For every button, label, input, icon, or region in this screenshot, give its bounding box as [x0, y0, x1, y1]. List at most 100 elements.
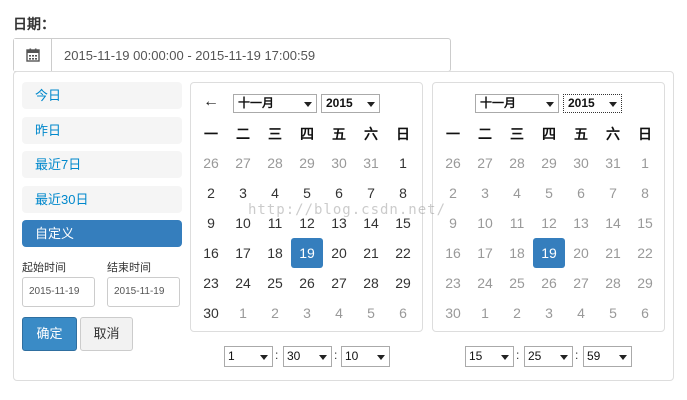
calendar-day[interactable]: 18 — [259, 238, 291, 268]
calendar-day[interactable]: 12 — [291, 208, 323, 238]
calendar-day[interactable]: 6 — [629, 298, 661, 328]
range-option[interactable]: 今日 — [22, 82, 182, 109]
calendar-day[interactable]: 29 — [387, 268, 419, 298]
calendar-day[interactable]: 5 — [291, 178, 323, 208]
calendar-day[interactable]: 25 — [501, 268, 533, 298]
calendar-day[interactable]: 31 — [597, 148, 629, 178]
calendar-day[interactable]: 3 — [291, 298, 323, 328]
calendar-day[interactable]: 4 — [565, 298, 597, 328]
calendar-day[interactable]: 7 — [355, 178, 387, 208]
calendar-day[interactable]: 23 — [437, 268, 469, 298]
range-option[interactable]: 最近30日 — [22, 186, 182, 213]
calendar-day[interactable]: 3 — [227, 178, 259, 208]
calendar-day[interactable]: 28 — [355, 268, 387, 298]
right-year-select[interactable]: 2015 — [563, 94, 622, 113]
calendar-day[interactable]: 10 — [227, 208, 259, 238]
calendar-day[interactable]: 26 — [291, 268, 323, 298]
calendar-day[interactable]: 27 — [227, 148, 259, 178]
calendar-day[interactable]: 26 — [195, 148, 227, 178]
calendar-day[interactable]: 20 — [323, 238, 355, 268]
calendar-day[interactable]: 14 — [355, 208, 387, 238]
apply-button[interactable]: 确定 — [22, 317, 77, 351]
calendar-day[interactable]: 5 — [597, 298, 629, 328]
prev-month-arrow-icon[interactable]: ← — [203, 94, 219, 110]
calendar-day[interactable]: 27 — [565, 268, 597, 298]
calendar-icon[interactable] — [14, 39, 52, 71]
calendar-day[interactable]: 18 — [501, 238, 533, 268]
calendar-day[interactable]: 15 — [629, 208, 661, 238]
calendar-day[interactable]: 13 — [323, 208, 355, 238]
date-range-field[interactable] — [13, 38, 451, 72]
calendar-day[interactable]: 30 — [195, 298, 227, 328]
calendar-day[interactable]: 13 — [565, 208, 597, 238]
calendar-day[interactable]: 15 — [387, 208, 419, 238]
calendar-day[interactable]: 28 — [597, 268, 629, 298]
calendar-day[interactable]: 8 — [387, 178, 419, 208]
calendar-day[interactable]: 27 — [469, 148, 501, 178]
calendar-day[interactable]: 1 — [227, 298, 259, 328]
calendar-day[interactable]: 30 — [437, 298, 469, 328]
calendar-day[interactable]: 8 — [629, 178, 661, 208]
end-hour-select[interactable]: 15 — [465, 346, 514, 367]
cancel-button[interactable]: 取消 — [80, 317, 133, 351]
calendar-day[interactable]: 10 — [469, 208, 501, 238]
calendar-day[interactable]: 9 — [195, 208, 227, 238]
calendar-day[interactable]: 24 — [469, 268, 501, 298]
end-second-select[interactable]: 59 — [583, 346, 632, 367]
calendar-day[interactable]: 4 — [259, 178, 291, 208]
calendar-day[interactable]: 26 — [437, 148, 469, 178]
calendar-day[interactable]: 29 — [533, 148, 565, 178]
calendar-day[interactable]: 29 — [291, 148, 323, 178]
range-option[interactable]: 昨日 — [22, 117, 182, 144]
calendar-day[interactable]: 30 — [565, 148, 597, 178]
calendar-day[interactable]: 1 — [629, 148, 661, 178]
calendar-day[interactable]: 25 — [259, 268, 291, 298]
calendar-day[interactable]: 2 — [259, 298, 291, 328]
range-option[interactable]: 自定义 — [22, 220, 182, 247]
calendar-day[interactable]: 29 — [629, 268, 661, 298]
calendar-day[interactable]: 28 — [501, 148, 533, 178]
calendar-day[interactable]: 30 — [323, 148, 355, 178]
calendar-day[interactable]: 2 — [501, 298, 533, 328]
date-range-input[interactable] — [52, 39, 450, 71]
calendar-day[interactable]: 21 — [597, 238, 629, 268]
calendar-day[interactable]: 4 — [323, 298, 355, 328]
left-year-select[interactable]: 2015 — [321, 94, 380, 113]
calendar-day[interactable]: 3 — [469, 178, 501, 208]
calendar-day[interactable]: 9 — [437, 208, 469, 238]
calendar-day[interactable]: 17 — [469, 238, 501, 268]
calendar-day[interactable]: 6 — [323, 178, 355, 208]
calendar-day[interactable]: 28 — [259, 148, 291, 178]
calendar-day[interactable]: 4 — [501, 178, 533, 208]
calendar-day[interactable]: 21 — [355, 238, 387, 268]
calendar-day[interactable]: 5 — [533, 178, 565, 208]
calendar-day-selected[interactable]: 19 — [291, 238, 323, 268]
calendar-day[interactable]: 22 — [629, 238, 661, 268]
calendar-day[interactable]: 6 — [387, 298, 419, 328]
start-second-select[interactable]: 10 — [341, 346, 390, 367]
calendar-day[interactable]: 6 — [565, 178, 597, 208]
end-minute-select[interactable]: 25 — [524, 346, 573, 367]
calendar-day[interactable]: 16 — [437, 238, 469, 268]
calendar-day[interactable]: 11 — [501, 208, 533, 238]
calendar-day[interactable]: 7 — [597, 178, 629, 208]
calendar-day[interactable]: 22 — [387, 238, 419, 268]
calendar-day-selected[interactable]: 19 — [533, 238, 565, 268]
calendar-day[interactable]: 17 — [227, 238, 259, 268]
calendar-day[interactable]: 24 — [227, 268, 259, 298]
calendar-day[interactable]: 23 — [195, 268, 227, 298]
right-month-select[interactable]: 十一月 — [475, 94, 559, 113]
left-month-select[interactable]: 十一月 — [233, 94, 317, 113]
start-time-input[interactable]: 2015-11-19 00:00:00 — [22, 277, 95, 307]
calendar-day[interactable]: 27 — [323, 268, 355, 298]
calendar-day[interactable]: 14 — [597, 208, 629, 238]
calendar-day[interactable]: 2 — [437, 178, 469, 208]
calendar-day[interactable]: 16 — [195, 238, 227, 268]
calendar-day[interactable]: 3 — [533, 298, 565, 328]
end-time-input[interactable]: 2015-11-19 17:00:59 — [107, 277, 180, 307]
calendar-day[interactable]: 20 — [565, 238, 597, 268]
calendar-day[interactable]: 2 — [195, 178, 227, 208]
calendar-day[interactable]: 12 — [533, 208, 565, 238]
start-minute-select[interactable]: 30 — [283, 346, 332, 367]
calendar-day[interactable]: 1 — [469, 298, 501, 328]
